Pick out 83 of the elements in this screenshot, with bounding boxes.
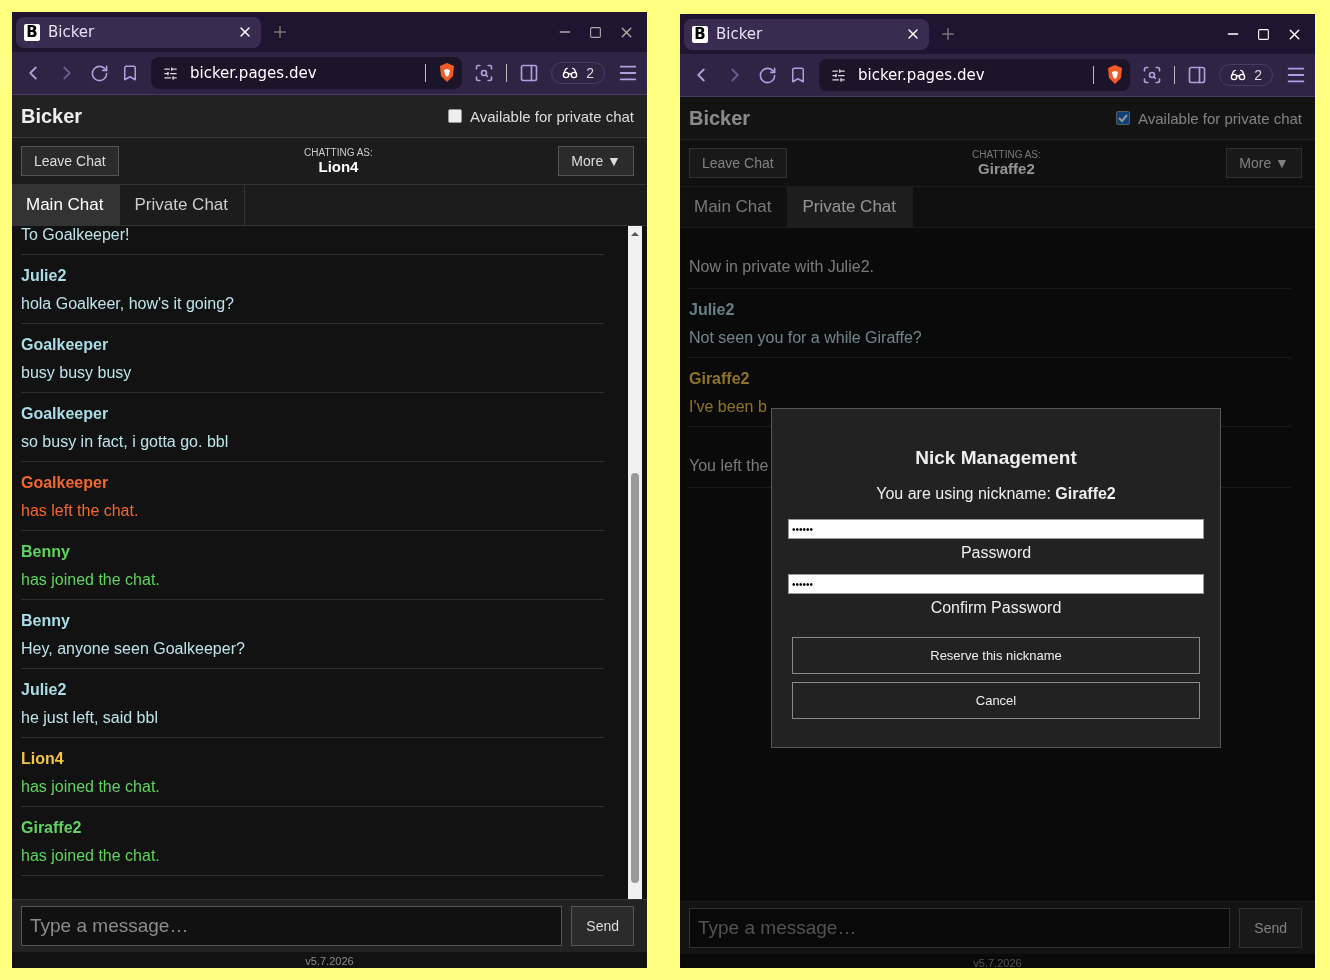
site-logo: B xyxy=(24,23,40,41)
checkbox[interactable] xyxy=(448,109,462,123)
scrollbar[interactable] xyxy=(628,226,642,899)
chat-tab[interactable]: Private Chat xyxy=(788,187,914,227)
sender-name: Benny xyxy=(21,612,71,630)
search-icon[interactable] xyxy=(474,63,495,83)
browser-tab[interactable]: B Bicker xyxy=(684,18,929,50)
sender-name: Giraffe2 xyxy=(689,370,751,388)
reload-icon[interactable] xyxy=(758,65,777,85)
plus-icon[interactable] xyxy=(271,23,289,41)
message-input[interactable]: Type a message… xyxy=(21,906,563,946)
send-button[interactable]: Send xyxy=(571,906,634,946)
message-text: so busy in fact, i gotta go. bbl xyxy=(21,433,230,451)
more-button[interactable]: More ▼ xyxy=(1226,148,1302,178)
leave-chat-button[interactable]: Leave Chat xyxy=(21,146,119,176)
checkbox-label: Available for private chat xyxy=(1138,109,1302,127)
message-text: To Goalkeeper! xyxy=(21,226,131,244)
password-field[interactable]: •••••• xyxy=(788,574,1204,594)
sender-name: Giraffe2 xyxy=(21,819,83,837)
chatting-as-label: CHATTING AS: xyxy=(304,147,373,158)
sidebar-icon[interactable] xyxy=(519,63,540,83)
chat-tab[interactable]: Main Chat xyxy=(12,185,121,225)
maximize-icon[interactable] xyxy=(589,25,602,39)
cancel-button[interactable]: Cancel xyxy=(792,682,1200,719)
search-icon[interactable] xyxy=(1142,65,1163,85)
bookmark-icon[interactable] xyxy=(121,64,139,82)
settings-icon[interactable] xyxy=(831,67,846,83)
sender-name: Julie2 xyxy=(21,681,68,699)
more-button[interactable]: More ▼ xyxy=(558,146,634,176)
field-label: Confirm Password xyxy=(930,599,1062,617)
message-text: I've been b xyxy=(689,398,768,416)
message-text: has joined the chat. xyxy=(21,571,161,589)
address-bar[interactable]: bicker.pages.dev xyxy=(819,59,1131,91)
message-text: Not seen you for a while Giraffe? xyxy=(689,329,923,347)
sender-name: Goalkeeper xyxy=(21,405,110,423)
dialog-title: Nick Management xyxy=(915,447,1077,469)
message-text: he just left, said bbl xyxy=(21,709,159,727)
message-text: has left the chat. xyxy=(21,502,140,520)
sidebar-icon[interactable] xyxy=(1187,65,1208,85)
shield-icon[interactable] xyxy=(438,63,457,83)
settings-icon[interactable] xyxy=(163,65,178,81)
tab-title: Bicker xyxy=(48,23,96,41)
system-message: Now in private with Julie2. xyxy=(689,258,874,275)
sender-name: Benny xyxy=(21,543,71,561)
message-text: has joined the chat. xyxy=(21,778,161,796)
sender-name: Julie2 xyxy=(21,267,68,285)
dialog-text: You are using nickname: Giraffe2 xyxy=(876,485,1116,503)
sender-name: Goalkeeper xyxy=(21,336,110,354)
password-field[interactable]: •••••• xyxy=(788,519,1204,539)
address-bar[interactable]: bicker.pages.dev xyxy=(151,57,463,89)
chatting-as-label: CHATTING AS: xyxy=(972,149,1041,160)
checkbox[interactable] xyxy=(1116,111,1130,125)
browser-tab[interactable]: B Bicker xyxy=(16,16,261,48)
glasses-icon xyxy=(1230,67,1247,83)
leave-chat-button[interactable]: Leave Chat xyxy=(689,148,787,178)
glasses-icon xyxy=(562,65,579,81)
shield-icon[interactable] xyxy=(1106,65,1125,85)
sender-name: Julie2 xyxy=(689,301,736,319)
plus-icon[interactable] xyxy=(939,25,957,43)
field-label: Password xyxy=(960,544,1032,562)
window-count: 2 xyxy=(1254,67,1262,83)
nickname: Giraffe2 xyxy=(978,160,1035,177)
system-message: You left the xyxy=(689,457,769,474)
chat-tab[interactable]: Private Chat xyxy=(120,185,246,225)
send-button[interactable]: Send xyxy=(1239,908,1302,948)
tab-title: Bicker xyxy=(716,25,764,43)
scroll-up-icon[interactable] xyxy=(631,230,639,238)
reserve-button[interactable]: Reserve this nickname xyxy=(792,637,1200,674)
nickname: Lion4 xyxy=(318,158,359,175)
message-text: busy busy busy xyxy=(21,364,133,382)
app-title: Bicker xyxy=(689,106,751,130)
message-input[interactable]: Type a message… xyxy=(689,908,1231,948)
message-text: hola Goalkeer, how's it going? xyxy=(21,295,235,313)
site-logo: B xyxy=(692,25,708,43)
bookmark-icon[interactable] xyxy=(789,66,807,84)
message-text: has joined the chat. xyxy=(21,847,161,865)
sender-name: Lion4 xyxy=(21,750,65,768)
window-count: 2 xyxy=(586,65,594,81)
reload-icon[interactable] xyxy=(90,63,109,83)
sender-name: Goalkeeper xyxy=(21,474,110,492)
checkbox-label: Available for private chat xyxy=(470,107,634,125)
app-title: Bicker xyxy=(21,104,83,128)
message-text: Hey, anyone seen Goalkeeper? xyxy=(21,640,246,658)
